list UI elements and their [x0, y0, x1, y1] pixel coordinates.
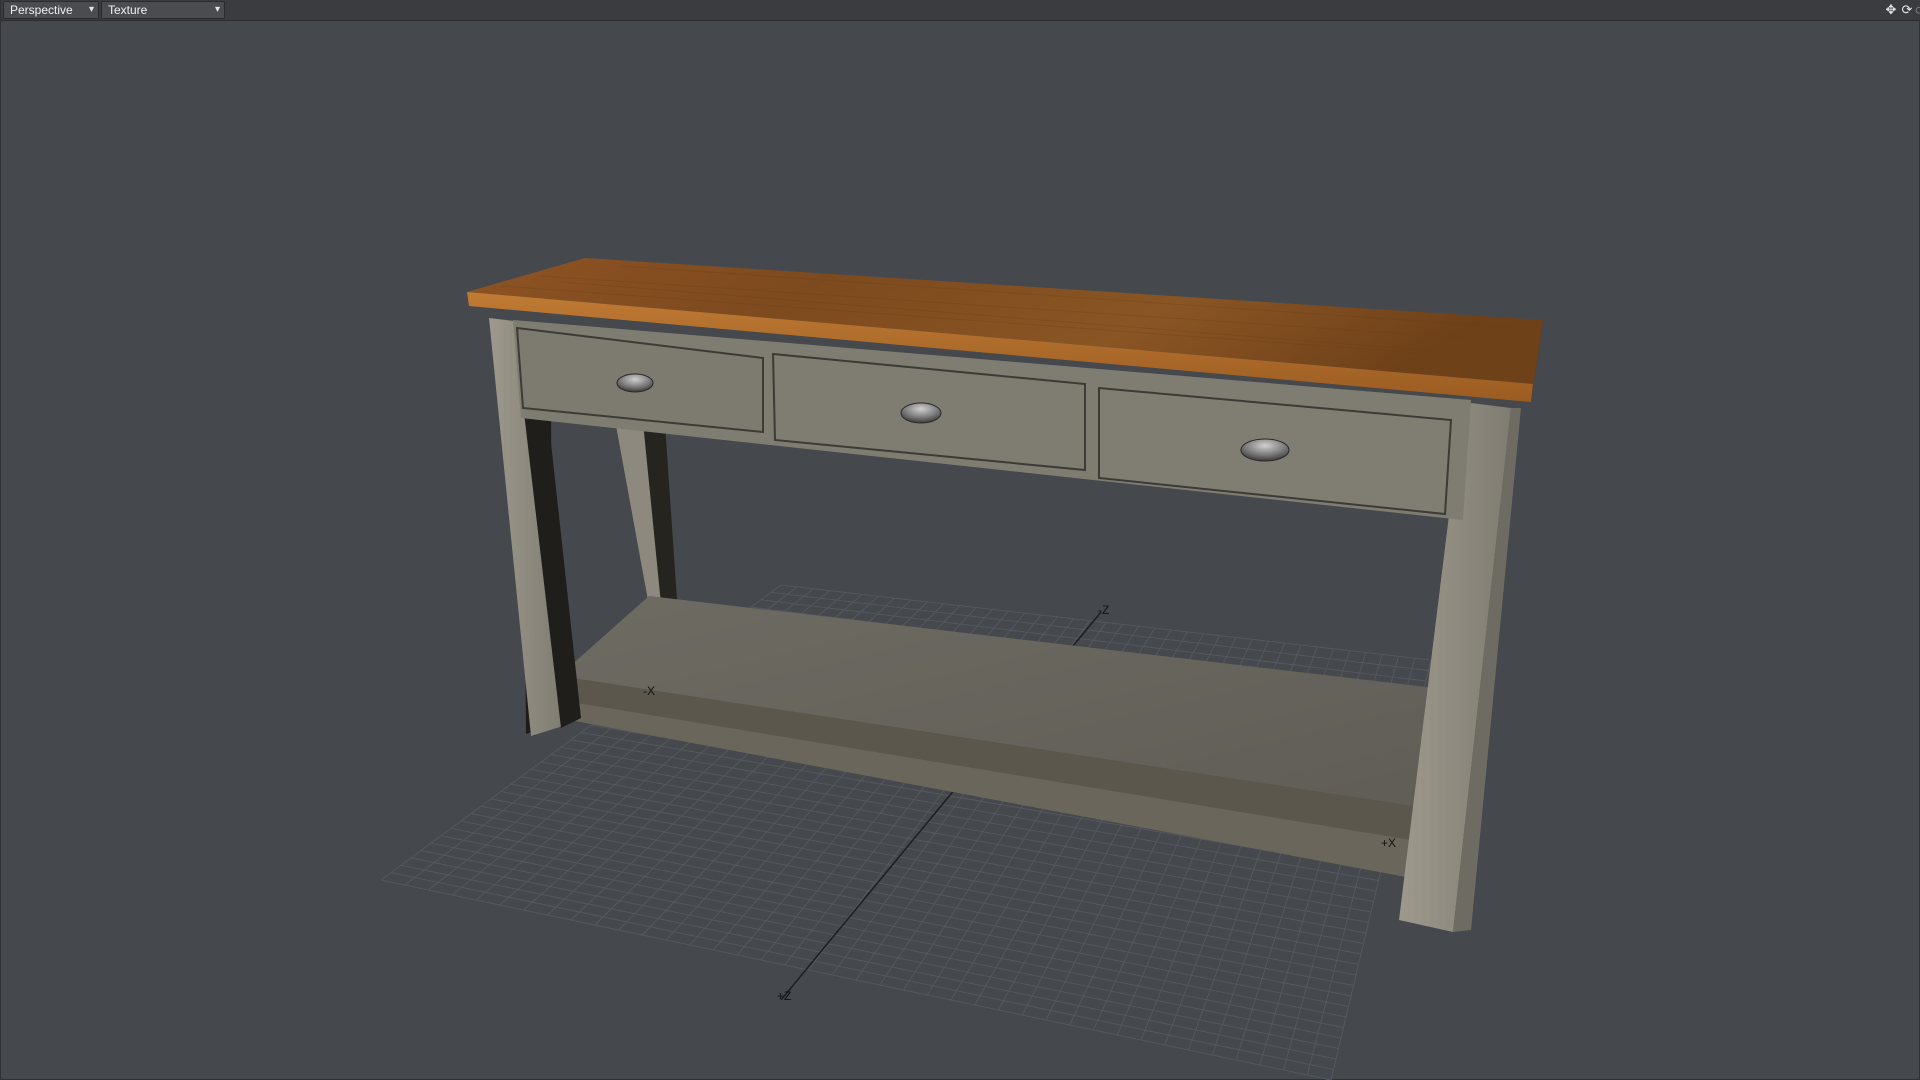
scene-canvas[interactable]: -Z -X +X +Z [1, 0, 1920, 1080]
3d-viewport[interactable]: Perspective ▾ Texture ▾ ✥ ⟳ ◌ -Z -X +X +… [0, 0, 1920, 1080]
drawer-handle-right[interactable] [1240, 438, 1290, 462]
drawer-handle-middle[interactable] [900, 402, 942, 424]
axis-label-neg-z: -Z [1098, 603, 1109, 617]
drawer-handle-left[interactable] [616, 373, 654, 393]
axis-label-pos-x: +X [1381, 836, 1396, 850]
axis-label-pos-z: +Z [777, 989, 791, 1003]
axis-label-neg-x: -X [643, 684, 655, 698]
